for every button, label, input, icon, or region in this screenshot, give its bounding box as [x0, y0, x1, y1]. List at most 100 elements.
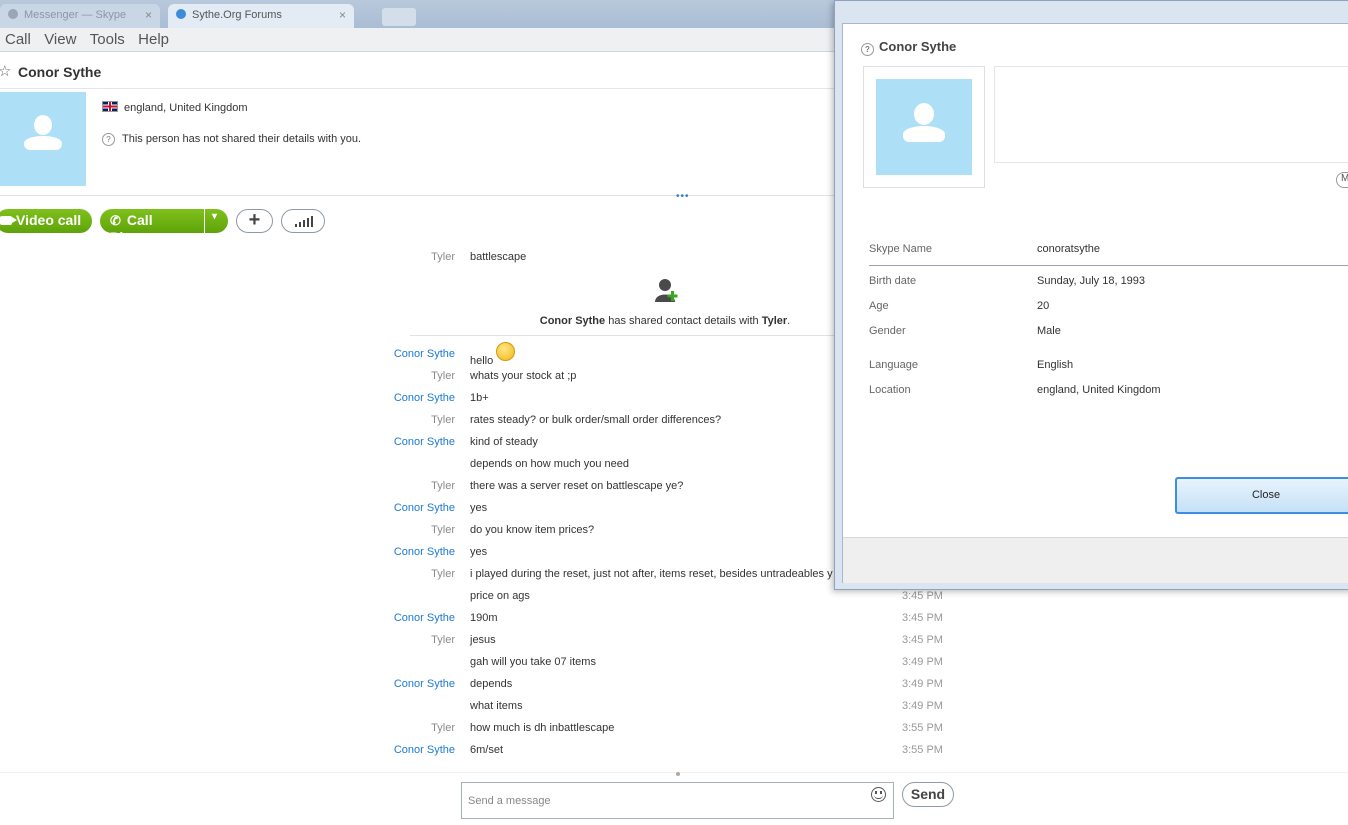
message-time: 3:45 PM	[902, 590, 943, 602]
menubar: Call View Tools Help	[0, 28, 840, 52]
message-time: 3:55 PM	[902, 722, 943, 734]
message-text: whats your stock at ;p	[470, 370, 576, 382]
chat-message: depends on how much you need	[0, 458, 960, 478]
privacy-notice: ? This person has not shared their detail…	[102, 133, 361, 146]
field-value: English	[1037, 359, 1074, 371]
menu-view[interactable]: View	[39, 28, 76, 48]
message-sender[interactable]: Conor Sythe	[255, 744, 455, 756]
divider	[869, 265, 1348, 266]
uk-flag-icon	[102, 101, 118, 112]
browser-tab-sythe[interactable]: Sythe.Org Forums ×	[168, 4, 354, 28]
message-sender[interactable]: Tyler	[255, 414, 455, 426]
contact-name: Conor Sythe	[18, 64, 102, 80]
message-body: gah will you take 07 items	[470, 656, 596, 668]
favorite-star-icon[interactable]: ☆	[0, 62, 11, 80]
chat-message: what items 3:49 PM	[0, 700, 960, 720]
message-text: gah will you take 07 items	[470, 656, 596, 668]
call-quality-button[interactable]	[281, 209, 325, 233]
message-text: depends on how much you need	[470, 458, 629, 470]
message-text: price on ags	[470, 590, 530, 602]
message-text: how much is dh inbattlescape	[470, 722, 614, 734]
chat-message: Tyler jesus 3:45 PM	[0, 634, 960, 654]
message-body: how much is dh inbattlescape	[470, 722, 615, 734]
message-sender[interactable]: Conor Sythe	[255, 678, 455, 690]
chat-message: Conor Sythe 6m/set 3:55 PM	[0, 744, 960, 764]
message-body: 6m/set	[470, 744, 504, 756]
message-body: whats your stock at ;p	[470, 370, 577, 382]
message-sender[interactable]: Tyler	[255, 634, 455, 646]
message-text: 190m	[470, 612, 498, 624]
chat-message: Conor Sythe yes	[0, 546, 960, 566]
menu-tools[interactable]: Tools	[85, 28, 125, 48]
mood-message-box	[994, 66, 1348, 163]
plus-icon: +	[248, 209, 261, 231]
message-sender[interactable]: Tyler	[255, 524, 455, 536]
field-label: Skype Name	[869, 243, 932, 255]
message-sender[interactable]: Conor Sythe	[255, 546, 455, 558]
chat-message: Tyler how much is dh inbattlescape 3:55 PM	[0, 722, 960, 742]
panel-splitter[interactable]	[0, 195, 840, 196]
message-sender[interactable]: Conor Sythe	[255, 348, 455, 360]
field-value: 20	[1037, 300, 1050, 312]
video-call-button[interactable]: Video call	[0, 209, 92, 233]
message-body: depends	[470, 678, 513, 690]
message-text: kind of steady	[470, 436, 538, 448]
message-sender[interactable]: Tyler	[255, 722, 455, 734]
message-sender[interactable]: Conor Sythe	[255, 612, 455, 624]
message-sender[interactable]: Tyler	[255, 370, 455, 382]
chat-history[interactable]: Tyler battlescape Conor Sythe has shared…	[0, 243, 960, 773]
send-button[interactable]: Send	[902, 782, 954, 807]
tab-close-icon[interactable]: ×	[145, 8, 152, 22]
chevron-down-icon: ▾	[212, 211, 218, 222]
splitter-grip-icon[interactable]: •••	[676, 191, 690, 202]
message-body: 190m	[470, 612, 498, 624]
add-people-button[interactable]: +	[236, 209, 273, 233]
contact-header: ☆ Conor Sythe	[0, 58, 840, 88]
composer-resize-handle[interactable]	[676, 772, 680, 776]
divider	[0, 88, 840, 89]
tab-close-icon[interactable]: ×	[339, 8, 346, 22]
browser-tab-messenger[interactable]: Messenger — Skype ×	[0, 4, 160, 28]
message-text: jesus	[470, 634, 496, 646]
tab-favicon-icon	[8, 9, 18, 19]
message-body: rates steady? or bulk order/small order …	[470, 414, 722, 426]
message-body: hello	[470, 355, 494, 367]
default-avatar-icon	[24, 115, 62, 153]
chat-message: gah will you take 07 items 3:49 PM	[0, 656, 960, 676]
call-phone-button[interactable]: ✆ Call Phone	[100, 209, 204, 245]
chat-message: Tyler do you know item prices?	[0, 524, 960, 544]
new-tab-button[interactable]	[382, 8, 416, 26]
menu-call[interactable]: Call	[0, 28, 31, 48]
tab-label: Sythe.Org Forums	[192, 9, 282, 21]
profile-title: ? Conor Sythe	[861, 39, 956, 56]
message-sender[interactable]: Tyler	[255, 480, 455, 492]
message-body: yes	[470, 502, 488, 514]
composer-divider	[0, 772, 1348, 773]
field-value: Male	[1037, 325, 1061, 337]
chat-message: Conor Sythe yes	[0, 502, 960, 522]
field-value: england, United Kingdom	[1037, 384, 1161, 396]
message-sender[interactable]: Tyler	[255, 251, 455, 263]
field-label: Gender	[869, 325, 906, 337]
message-sender[interactable]: Conor Sythe	[255, 436, 455, 448]
contact-avatar[interactable]	[0, 92, 86, 186]
message-time: 3:45 PM	[902, 634, 943, 646]
chat-message: Tyler whats your stock at ;p	[0, 370, 960, 390]
message-sender[interactable]: Conor Sythe	[255, 502, 455, 514]
message-input[interactable]	[461, 782, 894, 819]
profile-avatar-frame	[863, 66, 985, 188]
message-text: 6m/set	[470, 744, 503, 756]
smile-emoticon-icon	[496, 342, 516, 361]
message-sender[interactable]: Tyler	[255, 568, 455, 580]
message-body: 1b+	[470, 392, 489, 404]
more-button[interactable]: M	[1336, 172, 1348, 188]
message-body: do you know item prices?	[470, 524, 595, 536]
message-sender[interactable]: Conor Sythe	[255, 392, 455, 404]
contact-location: england, United Kingdom	[102, 101, 248, 114]
message-time: 3:49 PM	[902, 678, 943, 690]
call-phone-dropdown[interactable]: ▾	[205, 209, 228, 233]
menu-help[interactable]: Help	[133, 28, 169, 48]
close-button[interactable]: Close	[1175, 477, 1348, 514]
chat-message: Tyler there was a server reset on battles…	[0, 480, 960, 500]
signal-bars-icon	[295, 216, 313, 227]
